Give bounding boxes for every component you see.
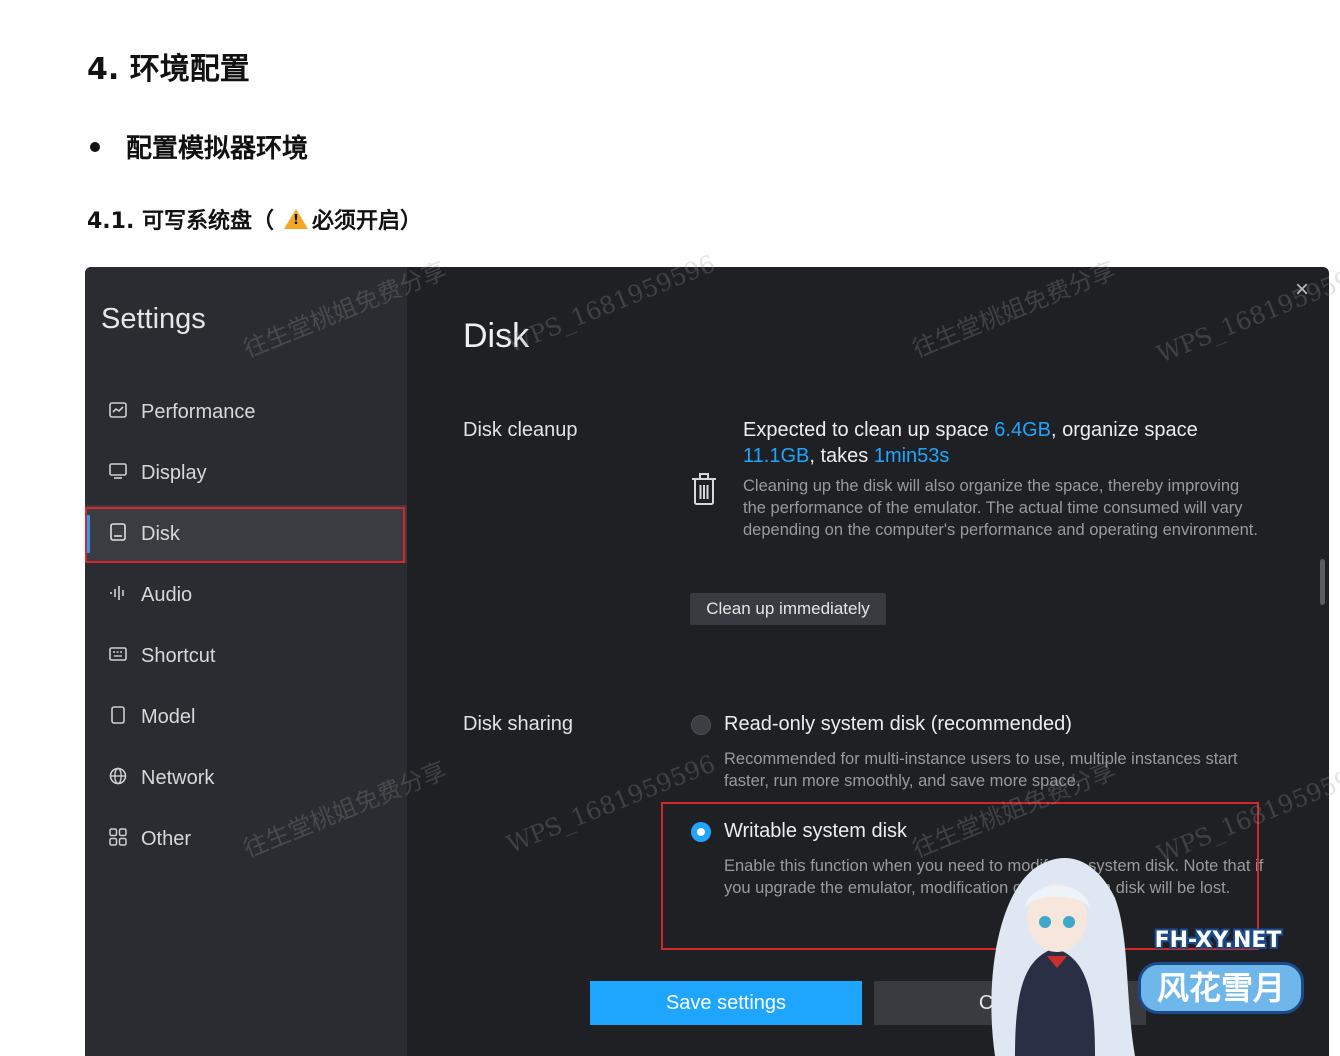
disk-sharing-label: Disk sharing bbox=[463, 713, 574, 735]
cleanup-summary: Expected to clean up space 6.4GB, organi… bbox=[743, 417, 1243, 469]
subheading-suffix: 必须开启） bbox=[312, 209, 423, 234]
document-heading: 4. 环境配置 bbox=[87, 52, 250, 87]
sidebar-item-display[interactable]: Display bbox=[85, 444, 407, 502]
grid-icon bbox=[107, 827, 129, 851]
sidebar-title: Settings bbox=[101, 303, 206, 335]
cleanup-description: Cleaning up the disk will also organize … bbox=[743, 477, 1258, 539]
mascot-illustration bbox=[991, 858, 1135, 1056]
writable-option-title: Writable system disk bbox=[724, 820, 908, 842]
cleanup-text-c: , takes bbox=[809, 445, 874, 467]
logo-domain: FH-XY.NET bbox=[1154, 928, 1282, 953]
sidebar-item-label: Display bbox=[141, 461, 207, 484]
sidebar-item-network[interactable]: Network bbox=[85, 749, 407, 807]
sidebar-item-label: Performance bbox=[141, 400, 256, 423]
sidebar-item-audio[interactable]: Audio bbox=[85, 566, 407, 624]
keyboard-icon bbox=[107, 646, 129, 666]
writable-radio[interactable] bbox=[691, 822, 711, 842]
sidebar-item-label: Disk bbox=[141, 522, 180, 545]
warning-icon bbox=[284, 209, 308, 229]
disk-icon bbox=[107, 522, 129, 546]
bullet-dot-icon bbox=[90, 141, 100, 152]
clean-up-button[interactable]: Clean up immediately bbox=[690, 593, 886, 625]
globe-icon bbox=[107, 767, 129, 790]
read-only-option-title: Read-only system disk (recommended) bbox=[724, 713, 1072, 735]
logo-name: 风花雪月 bbox=[1138, 962, 1304, 1014]
cleanup-text-b: , organize space bbox=[1050, 419, 1198, 441]
sidebar-item-label: Audio bbox=[141, 583, 193, 606]
phone-icon bbox=[107, 705, 129, 729]
performance-icon bbox=[107, 401, 129, 423]
display-icon bbox=[107, 462, 129, 484]
sidebar-item-label: Shortcut bbox=[141, 644, 216, 667]
cleanup-time-value: 1min53s bbox=[873, 445, 950, 467]
page-title: Disk bbox=[463, 317, 530, 355]
sidebar-item-label: Other bbox=[141, 827, 192, 850]
organize-space-value: 11.1GB bbox=[743, 445, 810, 467]
sidebar-item-shortcut[interactable]: Shortcut bbox=[85, 627, 407, 685]
trash-icon bbox=[692, 473, 716, 505]
document-subheading: 4.1. 可写系统盘（ 必须开启） bbox=[87, 203, 422, 235]
sidebar-item-other[interactable]: Other bbox=[85, 810, 407, 868]
read-only-radio[interactable] bbox=[691, 715, 711, 735]
sidebar-item-performance[interactable]: Performance bbox=[85, 383, 407, 441]
cleanup-text-a: Expected to clean up space bbox=[743, 419, 995, 441]
bullet-text: 配置模拟器环境 bbox=[126, 134, 309, 164]
subheading-prefix: 4.1. 可写系统盘（ bbox=[87, 209, 274, 234]
close-icon[interactable]: × bbox=[1289, 277, 1315, 303]
scrollbar[interactable] bbox=[1320, 559, 1325, 605]
sidebar-item-label: Network bbox=[141, 766, 215, 789]
save-settings-button[interactable]: Save settings bbox=[590, 981, 862, 1025]
settings-sidebar: Settings Performance Display Disk Audio bbox=[85, 267, 407, 1056]
read-only-option-description: Recommended for multi-instance users to … bbox=[724, 750, 1238, 790]
sidebar-item-disk[interactable]: Disk bbox=[85, 505, 407, 563]
cleanup-space-value: 6.4GB bbox=[994, 419, 1051, 441]
document-bullet: 配置模拟器环境 bbox=[90, 128, 308, 165]
sidebar-item-label: Model bbox=[141, 705, 196, 728]
audio-icon bbox=[107, 585, 129, 606]
sidebar-item-model[interactable]: Model bbox=[85, 688, 407, 746]
disk-cleanup-label: Disk cleanup bbox=[463, 419, 578, 441]
